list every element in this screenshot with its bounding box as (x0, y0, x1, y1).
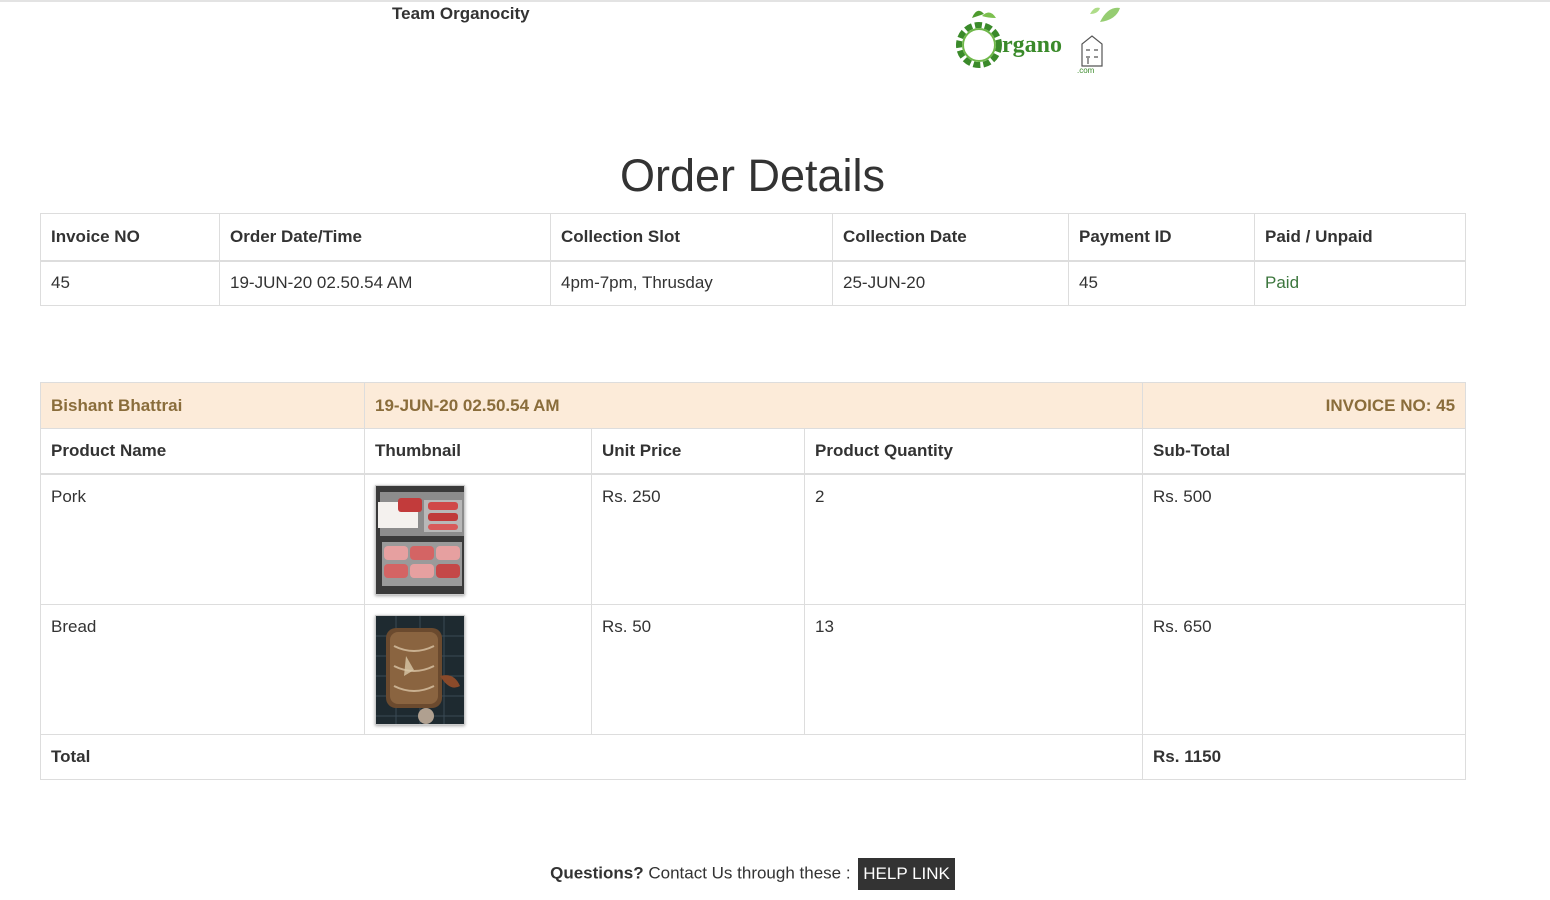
table-row: Bread Rs. 50 13 Rs. 650 (40, 603, 1467, 735)
organo-logo: rgano .com (952, 2, 1122, 78)
header-sub-total: Sub-Total (1142, 428, 1467, 475)
table-row: 45 19-JUN-20 02.50.54 AM 4pm-7pm, Thrusd… (40, 260, 1466, 306)
invoice-no: 45 (40, 260, 220, 306)
product-name: Pork (40, 473, 365, 605)
order-datetime-summary: 19-JUN-20 02.50.54 AM (363, 382, 1144, 429)
unit-price: Rs. 50 (591, 603, 805, 735)
customer-row: Bishant Bhattrai 19-JUN-20 02.50.54 AM I… (40, 382, 1467, 429)
header-paid-status: Paid / Unpaid (1254, 213, 1466, 262)
product-quantity: 2 (803, 473, 1144, 605)
thumbnail-cell (364, 603, 592, 735)
table-row: Pork Rs. 250 2 Rs. 500 (40, 473, 1467, 605)
page-title: Order Details (619, 150, 886, 201)
top-divider (0, 0, 1550, 2)
header-product-quantity: Product Quantity (803, 428, 1144, 475)
sub-total: Rs. 650 (1142, 603, 1467, 735)
header-invoice-no: Invoice NO (40, 213, 220, 262)
header-product-name: Product Name (40, 428, 365, 475)
header-order-datetime: Order Date/Time (219, 213, 551, 262)
header-thumbnail: Thumbnail (364, 428, 592, 475)
contact-text: Contact Us through these : (643, 863, 856, 883)
footer-contact: Questions? Contact Us through these : HE… (0, 858, 1505, 890)
customer-name: Bishant Bhattrai (40, 382, 365, 429)
order-datetime: 19-JUN-20 02.50.54 AM (219, 260, 551, 306)
total-value: Rs. 1150 (1142, 733, 1467, 780)
header-payment-id: Payment ID (1068, 213, 1255, 262)
bread-image (375, 614, 465, 725)
pork-image (375, 484, 465, 595)
header-unit-price: Unit Price (591, 428, 805, 475)
questions-label: Questions? (550, 863, 644, 883)
order-header-row: Invoice NO Order Date/Time Collection Sl… (40, 213, 1466, 262)
logo-wordmark: rgano (1002, 32, 1062, 58)
thumbnail-cell (364, 473, 592, 605)
team-name: Team Organocity (392, 4, 530, 23)
logo-domain: .com (1077, 66, 1095, 75)
invoice-number-label: INVOICE NO: 45 (1142, 382, 1467, 429)
items-header-row: Product Name Thumbnail Unit Price Produc… (40, 428, 1467, 475)
payment-id: 45 (1068, 260, 1255, 306)
product-quantity: 13 (803, 603, 1144, 735)
collection-slot: 4pm-7pm, Thrusday (550, 260, 833, 306)
sub-total: Rs. 500 (1142, 473, 1467, 605)
product-name: Bread (40, 603, 365, 735)
payment-status: Paid (1254, 260, 1466, 306)
header-collection-date: Collection Date (832, 213, 1069, 262)
collection-date: 25-JUN-20 (832, 260, 1069, 306)
header-collection-slot: Collection Slot (550, 213, 833, 262)
order-items-table: Bishant Bhattrai 19-JUN-20 02.50.54 AM I… (39, 382, 1467, 780)
total-label: Total (39, 733, 1144, 780)
order-summary-table: Invoice NO Order Date/Time Collection Sl… (40, 213, 1466, 306)
unit-price: Rs. 250 (591, 473, 805, 605)
help-link-button[interactable]: HELP LINK (858, 858, 955, 890)
total-row: Total Rs. 1150 (39, 733, 1467, 780)
